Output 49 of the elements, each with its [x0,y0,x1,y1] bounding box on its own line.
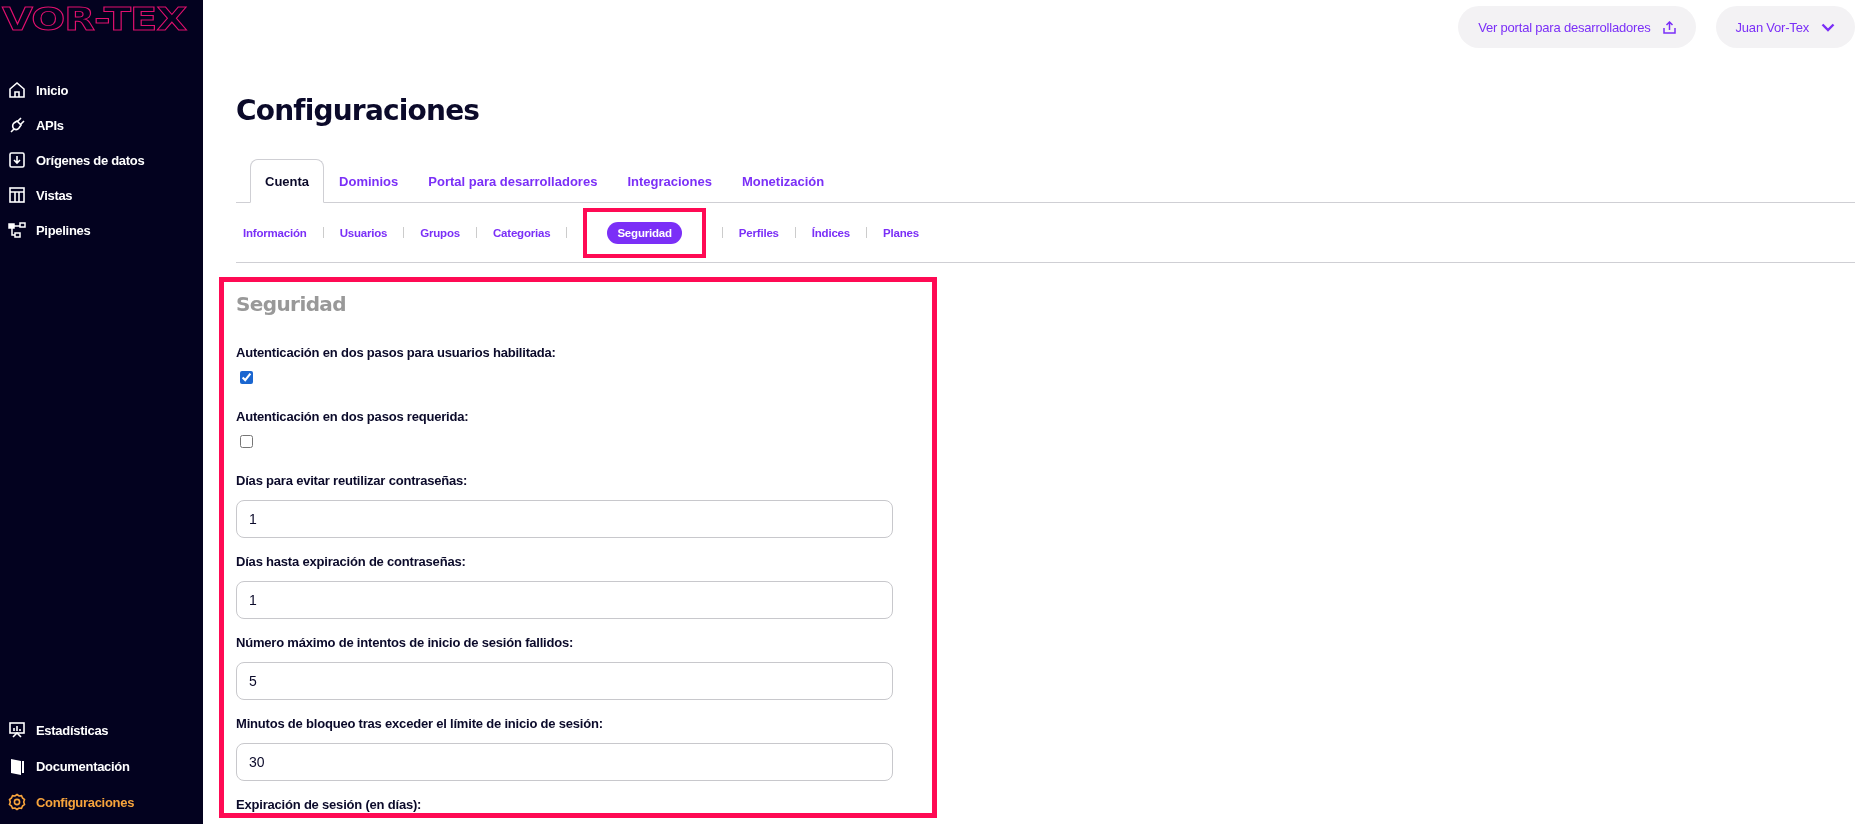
input-field[interactable]: 1 [236,581,893,619]
checkbox[interactable] [240,435,253,448]
subtab[interactable]: Información [243,222,307,243]
page-title: Configuraciones [236,93,481,129]
field-label: Días para evitar reutilizar contraseñas: [236,472,469,490]
field-label: Minutos de bloqueo tras exceder el límite de inicio de sesión: [236,715,604,733]
subtab[interactable]: Seguridad [607,221,682,244]
field-label: Días hasta expiración de contraseñas: [236,553,467,571]
nav-item[interactable]: Documentación [8,754,203,778]
subtab[interactable]: Índices [811,222,850,243]
nav-item[interactable]: Estadísticas [8,718,203,742]
settings-icon [8,793,26,811]
nav-item[interactable]: Inicio [8,78,203,102]
flow-icon [8,221,26,239]
field-label: Autenticación en dos pasos requerida: [236,408,470,426]
subtab[interactable]: Perfiles [738,222,779,243]
nav-item[interactable]: Vistas [8,183,203,207]
user-menu[interactable]: Juan Vor-Tex [1715,6,1855,48]
chevron-down-icon [1821,22,1835,32]
tab[interactable]: Monetización [726,159,840,203]
subtab[interactable]: Planes [883,222,919,243]
table-icon [8,186,26,204]
subtab[interactable]: Usuarios [339,222,388,243]
subtab[interactable]: Categorias [492,222,551,243]
download-icon [8,151,26,169]
input-field[interactable]: 30 [236,743,893,781]
plug-icon [8,116,26,134]
checkbox[interactable] [240,371,253,384]
home-icon [8,81,26,99]
tab[interactable]: Portal para desarrolladores [413,159,613,203]
share-icon [1662,20,1676,34]
nav-item[interactable]: Orígenes de datos [8,148,203,172]
nav-item[interactable]: APIs [8,113,203,137]
nav-item[interactable]: Configuraciones [8,790,203,814]
tab[interactable]: Integraciones [612,159,727,203]
field-label: Autenticación en dos pasos para usuarios habilitada: [236,344,557,362]
input-field[interactable]: 5 [236,662,893,700]
tab[interactable]: Dominios [324,159,414,203]
subtab[interactable]: Grupos [420,222,460,243]
section-heading: Seguridad [236,291,347,318]
tab[interactable]: Cuenta [250,159,325,203]
developer-portal-button[interactable]: Ver portal para desarrolladores [1458,6,1696,48]
book-icon [8,757,26,775]
nav-item[interactable]: Pipelines [8,218,203,242]
chart-board-icon [8,721,26,739]
logo[interactable]: VOR-TEX [0,0,187,36]
input-field[interactable]: 1 [236,500,893,538]
field-label: Expiración de sesión (en días): [236,796,423,813]
field-label: Número máximo de intentos de inicio de sesión fallidos: [236,634,575,652]
